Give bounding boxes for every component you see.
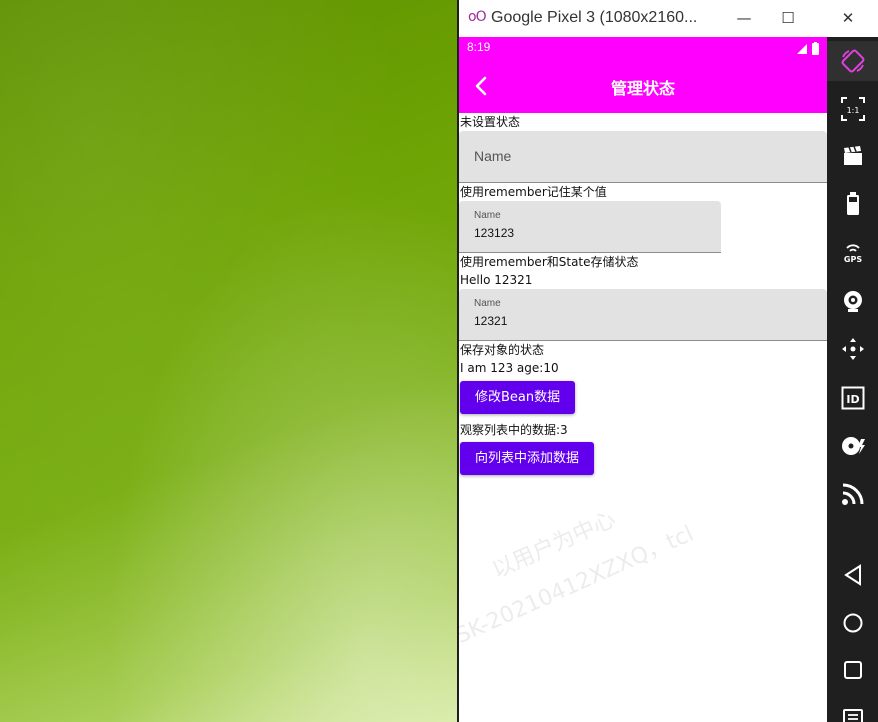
gps-icon: GPS: [843, 244, 862, 264]
list-label: 观察列表中的数据:3: [460, 423, 568, 437]
id-label: ID: [846, 393, 859, 406]
cellular-button[interactable]: [827, 474, 878, 514]
status-bar: 8:19: [459, 37, 827, 59]
desktop-wallpaper: [0, 0, 457, 722]
phone-screen: 8:19 管理状态 未设置状态 Name 使用remember记住某个值 Nam…: [459, 37, 827, 722]
hello-text: Hello 12321: [460, 273, 533, 287]
emulator-titlebar: oO Google Pixel 3 (1080x2160... — ☐ ✕: [459, 0, 878, 37]
minimize-button[interactable]: —: [729, 5, 759, 31]
id-icon: ID: [841, 386, 864, 410]
remember-field-value: 123123: [474, 226, 515, 240]
screenrecord-icon: [843, 146, 862, 165]
close-button[interactable]: ✕: [833, 5, 863, 31]
cellular-icon: [841, 483, 863, 505]
unset-name-placeholder: Name: [474, 148, 512, 164]
remember-field-label: Name: [474, 210, 501, 221]
resize-button[interactable]: 1:1: [827, 89, 878, 129]
gps-button[interactable]: GPS: [827, 233, 878, 273]
camera-button[interactable]: [827, 281, 878, 321]
bean-label: 保存对象的状态: [460, 343, 545, 357]
page-title: 管理状态: [610, 79, 675, 98]
remember-label: 使用remember记住某个值: [460, 185, 607, 199]
nav-overview-icon: [843, 661, 862, 679]
fingerprint-button[interactable]: [827, 426, 878, 466]
dpad-icon: [841, 338, 864, 360]
state-field-label: Name: [474, 298, 501, 309]
remember-name-field[interactable]: Name 123123: [459, 201, 721, 253]
state-name-field[interactable]: Name 12321: [459, 289, 827, 341]
nav-back-icon: [843, 564, 861, 586]
signal-battery-icon: [797, 42, 819, 55]
nav-home-button[interactable]: [827, 603, 878, 643]
gps-label: GPS: [843, 255, 861, 264]
dpad-button[interactable]: [827, 329, 878, 369]
unset-name-field[interactable]: Name: [459, 131, 827, 183]
watermark-line2: SK-20210412XZXQ，tcl: [459, 521, 698, 650]
maximize-button[interactable]: ☐: [773, 5, 803, 31]
state-field-value: 12321: [474, 314, 508, 328]
nav-home-icon: [843, 613, 862, 633]
rotate-button[interactable]: [827, 41, 878, 81]
app-bar: 管理状态: [459, 59, 827, 113]
camera-icon: [843, 291, 862, 312]
emulator-toolbar: 1:1 GPS ID: [827, 37, 878, 722]
bean-info: I am 123 age:10: [460, 361, 559, 375]
battery-button[interactable]: [827, 184, 878, 224]
menu-icon: [842, 709, 863, 722]
modify-bean-button[interactable]: 修改Bean数据: [460, 381, 576, 414]
nav-back-button[interactable]: [827, 555, 878, 595]
battery-icon: [846, 192, 859, 215]
id-button[interactable]: ID: [827, 378, 878, 418]
emulator-title: Google Pixel 3 (1080x2160...: [491, 9, 698, 26]
content-column: 未设置状态 Name 使用remember记住某个值 Name 123123 使…: [459, 113, 827, 475]
nav-menu-button[interactable]: [827, 699, 878, 722]
watermark-line1: 以用户为中心: [488, 507, 620, 584]
status-icons: [795, 41, 821, 55]
resize-icon: 1:1: [840, 97, 865, 121]
rotate-icon: [841, 49, 864, 73]
add-to-list-button[interactable]: 向列表中添加数据: [460, 442, 595, 475]
resize-label: 1:1: [846, 106, 859, 115]
nav-overview-button[interactable]: [827, 650, 878, 690]
unset-state-label: 未设置状态: [460, 115, 521, 129]
screenrecord-button[interactable]: [827, 136, 878, 176]
emulator-logo: oO: [468, 9, 487, 25]
state-label: 使用remember和State存储状态: [460, 255, 639, 269]
status-time: 8:19: [467, 40, 491, 54]
fingerprint-icon: [841, 437, 865, 455]
